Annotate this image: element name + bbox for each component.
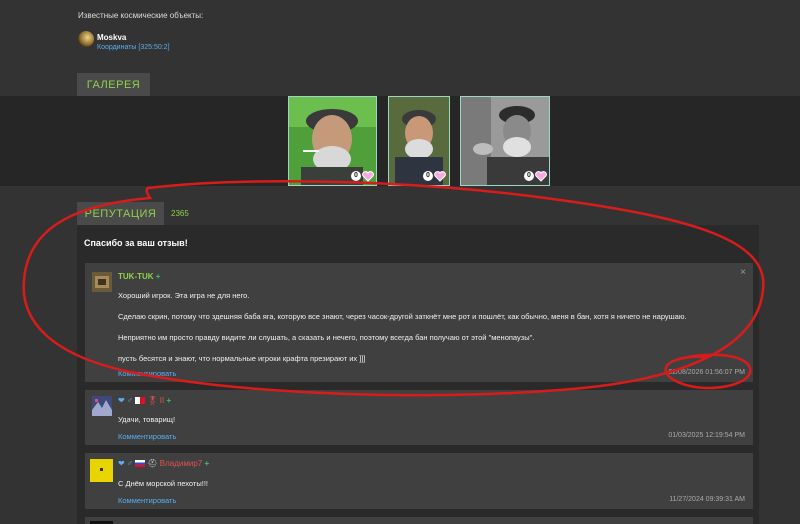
tab-gallery[interactable]: ГАЛЕРЕЯ xyxy=(77,73,150,96)
heart-icon[interactable] xyxy=(434,171,446,182)
review-card: TUK-TUK + × Хороший игрок. Эта игра не д… xyxy=(85,263,753,382)
gallery-photo[interactable]: 0 xyxy=(288,96,377,186)
photo-count-badge: 0 xyxy=(524,171,534,181)
review-date: 11/27/2024 09:39:31 AM xyxy=(669,496,745,503)
heart-male-icons: ❤ ♂ xyxy=(118,459,133,468)
object-name: Moskva xyxy=(97,33,127,42)
medal-icon: 🎖 xyxy=(147,396,158,405)
review-text-line: Сделаю скрин, потому что здешняя баба яг… xyxy=(118,312,687,321)
helmet-icon: ⛑ xyxy=(147,459,158,468)
photo-count-badge: 0 xyxy=(351,171,361,181)
heart-icon[interactable] xyxy=(362,171,374,182)
photo-count-badge: 0 xyxy=(423,171,433,181)
plus-icon: + xyxy=(155,272,161,281)
review-text-line: Удачи, товарищ! xyxy=(118,415,176,424)
avatar[interactable] xyxy=(92,272,112,292)
review-date: 01/03/2025 12:19:54 PM xyxy=(668,432,745,439)
planet-icon xyxy=(78,31,94,47)
plus-icon: + xyxy=(166,396,172,405)
review-text-line: пусть бесятся и знают, что нормальные иг… xyxy=(118,354,366,363)
thanks-message: Спасибо за ваш отзыв! xyxy=(84,238,188,248)
review-card: ❤ ♂ ⛑ Владимир7 + С Днём морской пехоты!… xyxy=(85,453,753,509)
comment-link[interactable]: Комментировать xyxy=(118,432,176,441)
flag-icon xyxy=(135,397,146,405)
heart-male-icons: ❤ ♂ xyxy=(118,396,133,405)
gallery-strip: 0 0 0 xyxy=(0,96,800,186)
plus-icon: + xyxy=(204,459,210,468)
avatar[interactable] xyxy=(92,396,112,416)
author-suffix: II xyxy=(159,396,165,405)
reputation-count: 2365 xyxy=(171,209,189,218)
comment-link[interactable]: Комментировать xyxy=(118,369,176,378)
review-text-line: С Днём морской пехоты!!! xyxy=(118,479,209,488)
flag-icon xyxy=(135,460,146,468)
comment-link[interactable]: Комментировать xyxy=(118,496,176,505)
close-icon[interactable]: × xyxy=(740,267,746,278)
tab-reputation[interactable]: РЕПУТАЦИЯ xyxy=(77,202,164,225)
review-author[interactable]: TUK-TUK + xyxy=(118,272,160,281)
heart-icon[interactable] xyxy=(535,171,547,182)
gallery-photo[interactable]: 0 xyxy=(388,96,450,186)
review-text-line: Хороший игрок. Эта игра не для него. xyxy=(118,291,250,300)
author-name: Владимир7 xyxy=(159,459,203,468)
review-date: 02/08/2026 01:56:07 PM xyxy=(668,369,745,376)
review-text-line: Неприятно им просто правду видите ли слу… xyxy=(118,333,535,342)
review-card: ❤ ♂ 🎖 II + Удачи, товарищ! Комментироват… xyxy=(85,390,753,445)
object-coordinates-link[interactable]: Координаты [325:50:2] xyxy=(97,44,170,51)
review-author[interactable]: ❤ ♂ 🎖 II + xyxy=(118,396,171,405)
review-card xyxy=(85,517,753,524)
review-author[interactable]: ❤ ♂ ⛑ Владимир7 + xyxy=(118,459,209,468)
avatar[interactable] xyxy=(90,459,113,482)
known-objects-label: Известные космические объекты: xyxy=(78,11,204,20)
gallery-photo[interactable]: 0 xyxy=(460,96,550,186)
